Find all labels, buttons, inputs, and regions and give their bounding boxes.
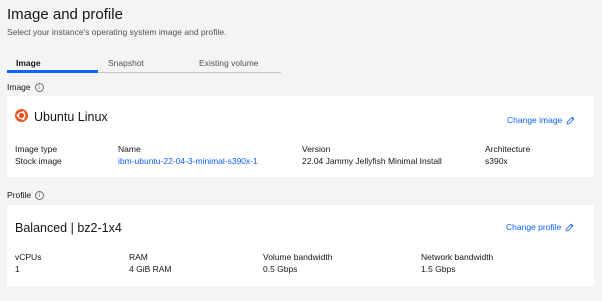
field-label-ram: RAM xyxy=(129,252,148,262)
info-icon[interactable]: i xyxy=(35,190,45,200)
field-value-version: 22.04 Jammy Jellyfish Minimal Install xyxy=(302,156,442,166)
tab-list: Image Snapshot Existing volume xyxy=(7,54,281,73)
field-label-vcpus: vCPUs xyxy=(15,252,42,262)
field-value-network-bandwidth: 1.5 Gbps xyxy=(421,264,456,274)
change-profile-label: Change profile xyxy=(506,222,562,232)
field-label-version: Version xyxy=(302,144,331,154)
field-value-volume-bandwidth: 0.5 Gbps xyxy=(263,264,298,274)
profile-section-label-text: Profile xyxy=(7,190,32,200)
profile-title: Balanced | bz2-1x4 xyxy=(15,221,122,235)
image-section-label-text: Image xyxy=(7,82,31,92)
profile-card: Balanced | bz2-1x4 Change profile vCPUs … xyxy=(7,205,594,286)
field-value-architecture: s390x xyxy=(485,156,508,166)
edit-icon xyxy=(566,223,574,231)
change-profile-link[interactable]: Change profile xyxy=(506,222,574,232)
page-description: Select your instance's operating system … xyxy=(7,27,227,37)
profile-section-label: Profile i xyxy=(7,190,45,200)
image-title: Ubuntu Linux xyxy=(34,110,108,124)
field-label-volume-bandwidth: Volume bandwidth xyxy=(263,252,333,262)
page-title: Image and profile xyxy=(7,6,123,23)
tab-snapshot[interactable]: Snapshot xyxy=(108,54,144,73)
image-card: Ubuntu Linux Change image Image type Sto… xyxy=(7,96,594,177)
change-image-link[interactable]: Change image xyxy=(507,115,575,125)
field-value-vcpus: 1 xyxy=(15,264,20,274)
edit-icon xyxy=(567,116,575,124)
change-image-label: Change image xyxy=(507,115,563,125)
image-name-link[interactable]: ibm-ubuntu-22-04-3-minimal-s390x-1 xyxy=(118,156,258,166)
field-label-network-bandwidth: Network bandwidth xyxy=(421,252,494,262)
ubuntu-logo-icon xyxy=(15,109,28,122)
field-value-ram: 4 GiB RAM xyxy=(129,264,172,274)
field-value-image-type: Stock image xyxy=(15,156,62,166)
image-section-label: Image i xyxy=(7,82,44,92)
info-icon[interactable]: i xyxy=(34,82,44,92)
active-tab-indicator xyxy=(7,70,98,73)
tab-existing-volume[interactable]: Existing volume xyxy=(199,54,259,73)
field-label-architecture: Architecture xyxy=(485,144,531,154)
field-label-name: Name xyxy=(118,144,141,154)
field-label-image-type: Image type xyxy=(15,144,58,154)
